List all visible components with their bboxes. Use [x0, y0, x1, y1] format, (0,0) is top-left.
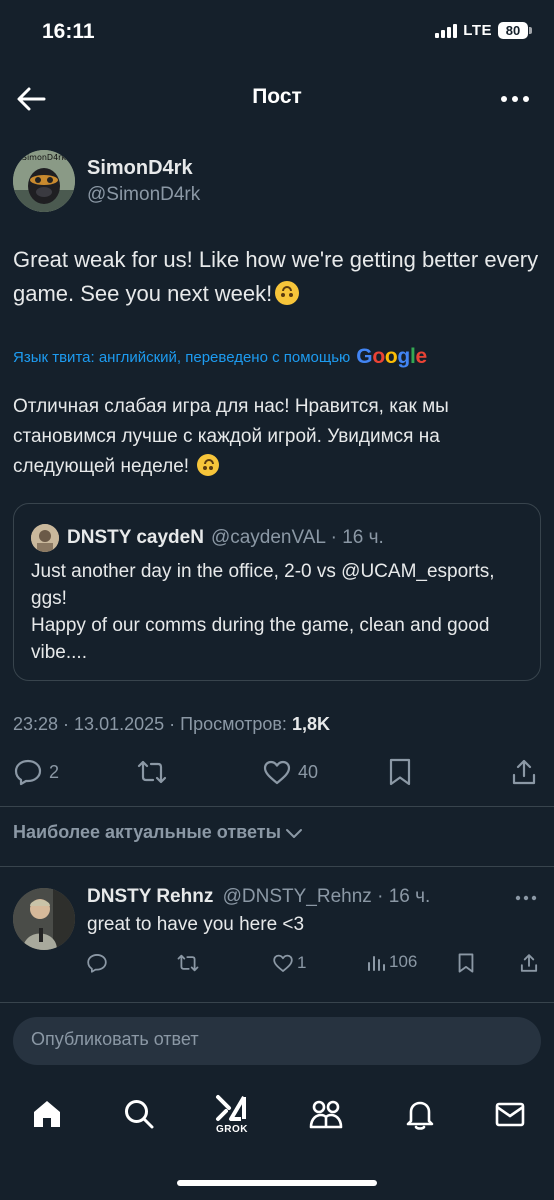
- google-logo: Google: [356, 345, 427, 368]
- reply-author-name[interactable]: DNSTY Rehnz: [87, 886, 213, 907]
- battery-level: 80: [498, 22, 528, 39]
- more-options-button[interactable]: [498, 87, 532, 111]
- reply-views-button[interactable]: 106: [366, 952, 417, 972]
- quoted-author-handle: @caydenVAL: [210, 527, 326, 548]
- tab-notifications[interactable]: [390, 1086, 450, 1142]
- post-author: SimonD4rk SimonD4rk @SimonD4rk: [13, 150, 200, 212]
- heart-icon: [263, 760, 291, 785]
- author-handle[interactable]: @SimonD4rk: [87, 184, 200, 206]
- home-icon: [34, 1101, 60, 1127]
- bookmark-icon: [389, 758, 411, 786]
- bookmark-button[interactable]: [386, 757, 414, 787]
- translation-label[interactable]: Язык твита: английский, переведено с пом…: [13, 349, 350, 366]
- sort-label: Наиболее актуальные ответы: [13, 822, 281, 842]
- page-title: Пост: [252, 85, 302, 108]
- reply-like-count: 1: [297, 953, 307, 972]
- repost-button[interactable]: [136, 757, 168, 787]
- status-indicators: LTE 80: [435, 22, 532, 39]
- signal-icon: [435, 23, 458, 38]
- author-avatar[interactable]: SimonD4rk: [13, 150, 75, 212]
- quoted-post[interactable]: DNSTY caydeN @caydenVAL · 16 ч. Just ano…: [13, 503, 541, 681]
- quoted-post-text: Just another day in the office, 2-0 vs @…: [31, 561, 495, 663]
- upside-down-face-emoji-icon: [275, 281, 300, 305]
- divider: [0, 806, 554, 807]
- post-actions: 2 40: [0, 756, 554, 796]
- translated-text-body: Отличная слабая игра для нас! Нравится, …: [13, 396, 449, 477]
- share-icon: [512, 759, 536, 785]
- post-meta: 23:28 · 13.01.2025 · Просмотров: 1,8K: [13, 714, 330, 734]
- post-time: 23:28: [13, 714, 59, 734]
- views-chart-icon: [368, 956, 385, 971]
- upside-down-face-emoji-icon: [197, 454, 220, 476]
- divider: [0, 866, 554, 867]
- bell-icon: [406, 1101, 434, 1130]
- tab-home[interactable]: [17, 1086, 77, 1142]
- network-type: LTE: [463, 22, 492, 39]
- like-button[interactable]: 40: [262, 757, 318, 787]
- reply-author-avatar[interactable]: [13, 888, 75, 950]
- grok-icon: [216, 1094, 246, 1121]
- reply-bookmark-button[interactable]: [456, 952, 476, 974]
- reply-age: 16 ч.: [388, 886, 431, 907]
- avatar-text: SimonD4rk: [22, 153, 67, 162]
- status-bar: 16:11 LTE 80: [0, 0, 554, 70]
- tab-communities[interactable]: [296, 1086, 356, 1142]
- author-name[interactable]: SimonD4rk: [87, 157, 200, 180]
- share-button[interactable]: [510, 757, 538, 787]
- reply-reply-button[interactable]: [86, 952, 108, 974]
- tab-grok[interactable]: GROK: [202, 1086, 262, 1142]
- reply-more-button[interactable]: [514, 890, 538, 906]
- quoted-post-header: DNSTY caydeN @caydenVAL · 16 ч.: [31, 524, 384, 552]
- avatar-image: SimonD4rk: [13, 150, 75, 212]
- repost-icon: [137, 760, 167, 784]
- reply-count: 2: [49, 761, 60, 782]
- chevron-down-icon: [285, 828, 302, 838]
- bookmark-icon: [458, 953, 474, 973]
- header: Пост: [0, 75, 554, 123]
- tab-messages[interactable]: [480, 1086, 540, 1142]
- like-count: 40: [298, 761, 319, 782]
- more-dots-icon: [515, 895, 537, 901]
- reply-author-handle[interactable]: @DNSTY_Rehnz: [223, 886, 372, 907]
- translated-text: Отличная слабая игра для нас! Нравится, …: [13, 392, 543, 482]
- divider: [0, 1002, 554, 1003]
- home-indicator: [177, 1180, 377, 1186]
- communities-icon: [309, 1100, 343, 1129]
- search-icon: [125, 1100, 154, 1129]
- quoted-author-avatar: [31, 524, 59, 552]
- more-dots-icon: [501, 96, 529, 102]
- repost-icon: [177, 954, 199, 972]
- mail-icon: [495, 1102, 525, 1127]
- reply-compose-input[interactable]: Опубликовать ответ: [13, 1017, 541, 1065]
- quoted-author-name: DNSTY caydeN: [67, 527, 204, 548]
- translation-row: Язык твита: английский, переведено с пом…: [13, 345, 427, 369]
- reply-item[interactable]: DNSTY Rehnz @DNSTY_Rehnz · 16 ч. great t…: [0, 880, 554, 990]
- views-count[interactable]: 1,8K: [292, 714, 330, 734]
- quoted-post-age: 16 ч.: [342, 527, 384, 548]
- heart-icon: [273, 954, 293, 972]
- reply-text: great to have you here <3: [87, 914, 305, 935]
- reply-icon: [87, 954, 107, 973]
- reply-icon: [14, 759, 42, 786]
- share-icon: [520, 954, 538, 972]
- views-label: Просмотров:: [180, 714, 287, 734]
- replies-sort-selector[interactable]: Наиболее актуальные ответы: [13, 822, 304, 843]
- battery-icon: 80: [498, 22, 532, 39]
- reply-repost-button[interactable]: [176, 952, 200, 974]
- status-time: 16:11: [42, 20, 95, 43]
- reply-views-count: 106: [389, 952, 418, 971]
- post-text: Great weak for us! Like how we're gettin…: [13, 243, 543, 311]
- bottom-tab-bar: GROK: [0, 1086, 554, 1146]
- grok-label: GROK: [216, 1123, 248, 1135]
- reply-like-button[interactable]: 1: [272, 952, 306, 974]
- reply-header: DNSTY Rehnz @DNSTY_Rehnz · 16 ч.: [87, 886, 431, 907]
- reply-share-button[interactable]: [519, 952, 539, 974]
- tab-search[interactable]: [109, 1086, 169, 1142]
- post-date: 13.01.2025: [74, 714, 165, 734]
- reply-button[interactable]: 2: [13, 757, 59, 787]
